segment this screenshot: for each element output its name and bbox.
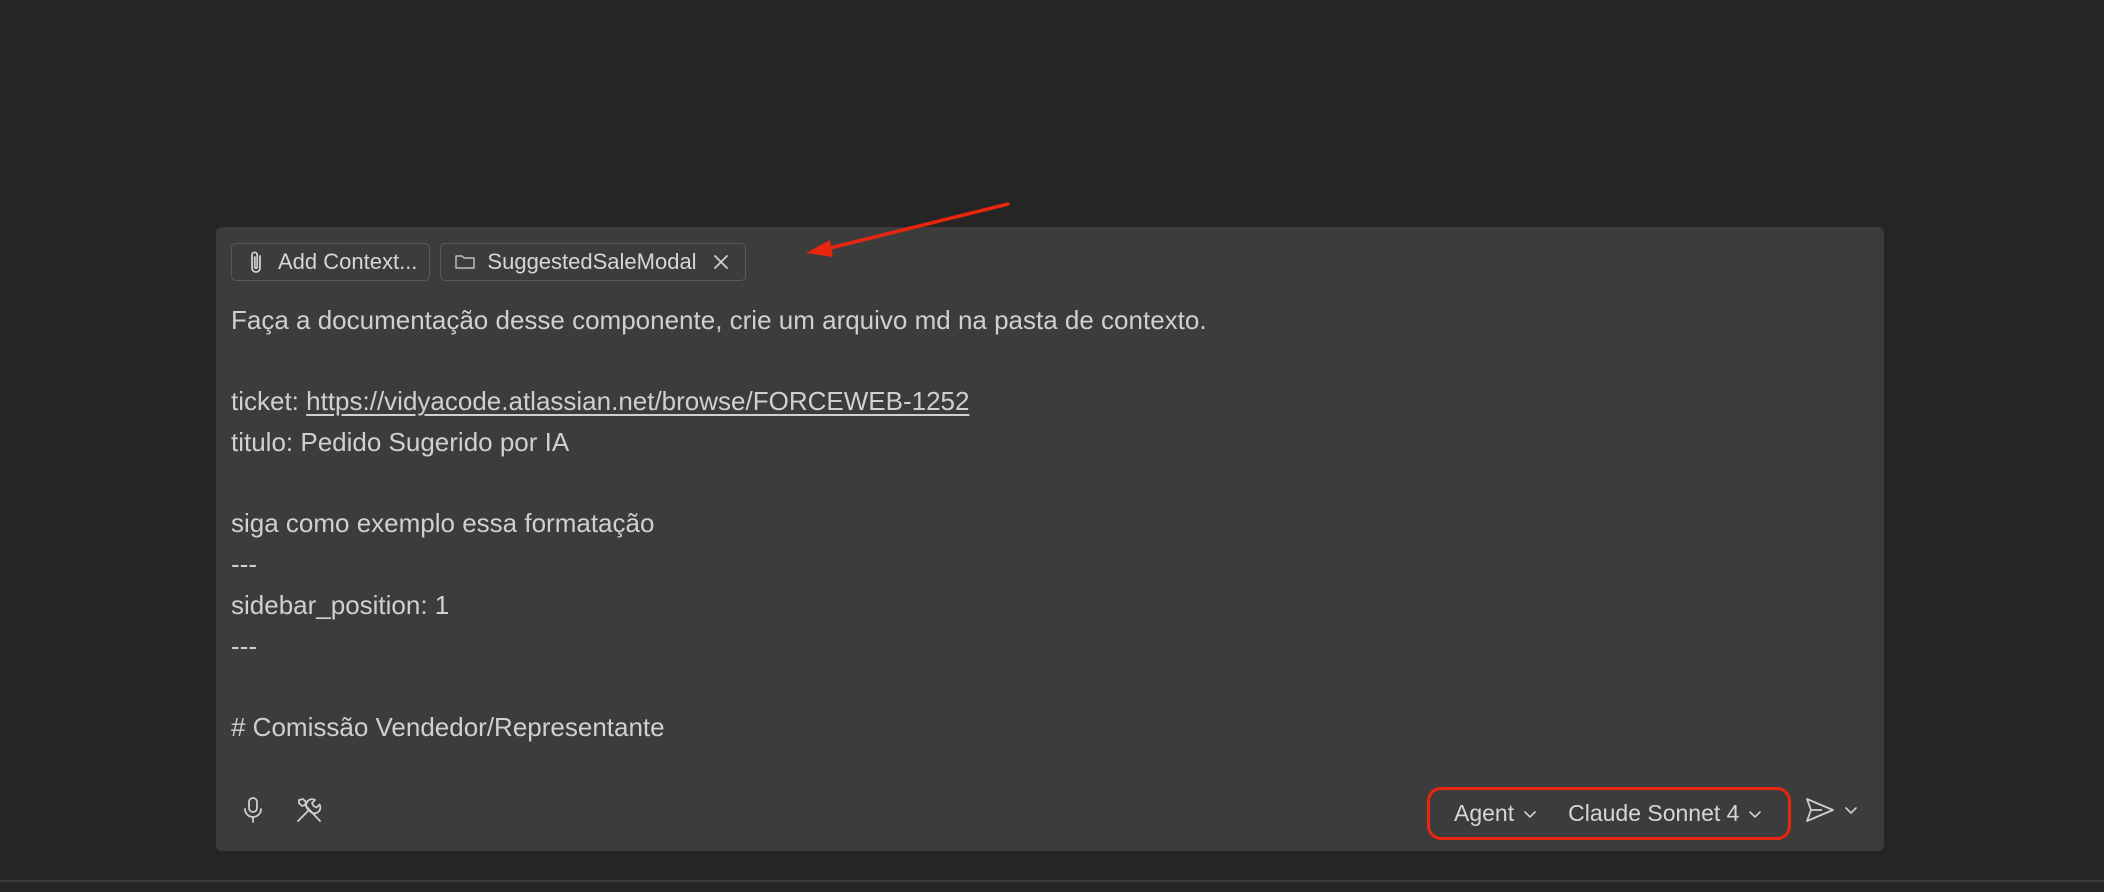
message-line [231,463,1831,504]
ticket-link[interactable]: https://vidyacode.atlassian.net/browse/F… [306,386,969,416]
message-line: ticket: https://vidyacode.atlassian.net/… [231,381,1831,422]
chevron-down-icon [1843,805,1859,822]
attached-folder-chip[interactable]: SuggestedSaleModal [440,243,746,281]
message-line: --- [231,630,257,661]
chevron-down-icon [1747,806,1763,822]
close-icon[interactable] [709,250,733,274]
message-line: siga como exemplo essa formatação [231,508,655,539]
add-context-button[interactable]: Add Context... [231,243,431,281]
chat-input-panel: Add Context... SuggestedSaleModal Faça a… [216,227,1884,851]
microphone-icon [241,795,265,830]
message-line: sidebar_position: 1 [231,589,450,620]
tools-button[interactable] [292,795,326,829]
message-line [231,341,1831,382]
send-button[interactable] [1803,795,1837,829]
message-line: titulo: Pedido Sugerido por IA [231,427,570,458]
send-icon [1804,796,1836,829]
message-line: Faça a documentação desse componente, cr… [231,305,1207,335]
message-line [231,666,1831,707]
send-options-button[interactable] [1843,802,1859,823]
editor-background: Add Context... SuggestedSaleModal Faça a… [0,0,2104,892]
chat-message-input[interactable]: Faça a documentação desse componente, cr… [231,300,1831,748]
paperclip-icon [244,250,268,274]
add-context-label: Add Context... [278,249,418,274]
attached-folder-label: SuggestedSaleModal [487,249,697,274]
agent-mode-dropdown[interactable]: Agent [1454,800,1538,827]
context-bar: Add Context... SuggestedSaleModal [231,243,746,281]
message-line: --- [231,549,257,580]
model-label: Claude Sonnet 4 [1568,800,1740,826]
send-group [1803,795,1859,829]
status-divider [0,880,2104,882]
ticket-prefix: ticket: [231,386,307,417]
microphone-button[interactable] [236,795,270,829]
agent-mode-label: Agent [1454,800,1515,826]
input-toolbar-left [236,795,326,829]
folder-icon [453,250,477,274]
mode-model-selector-group: Agent Claude Sonnet 4 [1427,787,1791,840]
message-line: # Comissão Vendedor/Representante [231,711,665,742]
chevron-down-icon [1522,806,1538,822]
model-dropdown[interactable]: Claude Sonnet 4 [1568,800,1763,827]
tools-icon [294,795,324,830]
